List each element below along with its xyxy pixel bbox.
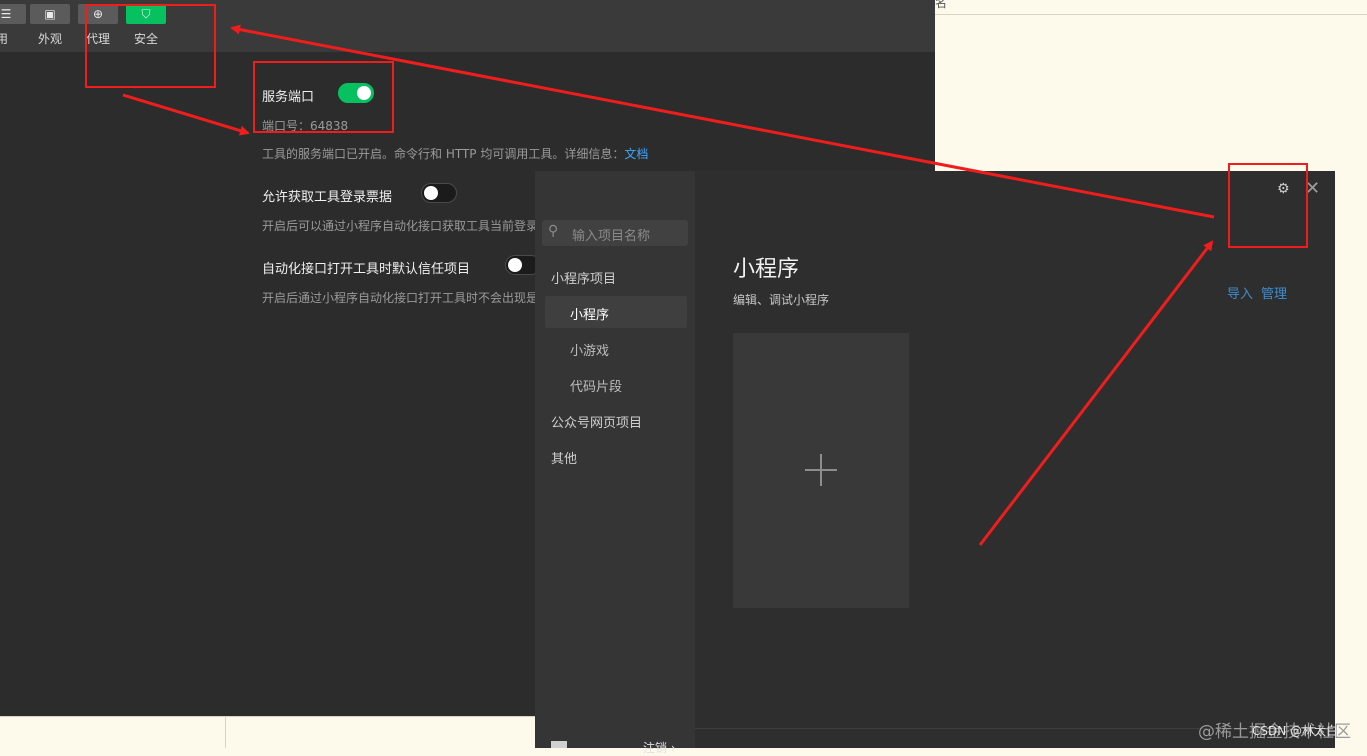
background-page-top: 名 bbox=[935, 0, 1367, 15]
login-ticket-title: 允许获取工具登录票据 bbox=[262, 190, 393, 205]
login-ticket-desc: 开启后可以通过小程序自动化接口获取工具当前登录 bbox=[262, 219, 539, 233]
page-title: 小程序 bbox=[733, 257, 800, 282]
background-page-bottom bbox=[0, 716, 535, 749]
login-ticket-toggle[interactable] bbox=[421, 183, 457, 203]
sidebar-item-mini-program-projects[interactable]: 小程序项目 bbox=[551, 268, 616, 287]
annotation-box-toolbar bbox=[85, 4, 216, 88]
sidebar-item-official-account-web[interactable]: 公众号网页项目 bbox=[551, 412, 642, 431]
top-links: 导入 管理 bbox=[1219, 283, 1287, 302]
project-window: ⚲ 输入项目名称 小程序项目 小程序 小游戏 代码片段 公众号网页项目 其他 注… bbox=[535, 171, 1335, 755]
sidebar-item-code-snippet[interactable]: 代码片段 bbox=[570, 376, 622, 395]
auto-trust-title: 自动化接口打开工具时默认信任项目 bbox=[262, 262, 471, 277]
manage-link[interactable]: 管理 bbox=[1261, 287, 1287, 302]
watermark-sub: CSDN @林太白 bbox=[1252, 724, 1339, 738]
search-input[interactable]: ⚲ 输入项目名称 bbox=[542, 220, 688, 246]
sidebar-item-label: 小程序 bbox=[570, 308, 610, 323]
tab-general-label: 用 bbox=[0, 32, 8, 46]
sidebar-item-mini-game[interactable]: 小游戏 bbox=[570, 340, 609, 359]
service-port-desc-row: 工具的服务端口已开启。命令行和 HTTP 均可调用工具。详细信息：文档 bbox=[262, 145, 648, 162]
bottom-checkbox[interactable] bbox=[551, 741, 567, 748]
import-link[interactable]: 导入 bbox=[1227, 287, 1253, 302]
search-placeholder: 输入项目名称 bbox=[572, 229, 651, 244]
page-subtitle: 编辑、调试小程序 bbox=[733, 293, 830, 307]
search-icon: ⚲ bbox=[548, 223, 559, 239]
sidebar-item-other[interactable]: 其他 bbox=[551, 448, 577, 467]
add-project-card[interactable] bbox=[733, 333, 909, 608]
toggle-knob bbox=[508, 258, 522, 272]
service-port-desc: 工具的服务端口已开启。命令行和 HTTP 均可调用工具。详细信息： bbox=[262, 147, 625, 161]
sidebar-item-mini-program[interactable]: 小程序 bbox=[545, 296, 687, 328]
doc-link[interactable]: 文档 bbox=[624, 147, 648, 161]
project-sidebar: ⚲ 输入项目名称 小程序项目 小程序 小游戏 代码片段 公众号网页项目 其他 注… bbox=[535, 171, 695, 755]
appearance-icon: ▣ bbox=[30, 4, 70, 24]
plus-icon-vertical bbox=[820, 454, 822, 486]
toggle-knob bbox=[424, 186, 438, 200]
annotation-box-gear bbox=[1228, 163, 1308, 248]
divider bbox=[225, 716, 226, 748]
annotation-box-service-port bbox=[253, 61, 394, 133]
auto-trust-desc: 开启后通过小程序自动化接口打开工具时不会出现是 bbox=[262, 291, 539, 305]
background-page-text: 名 bbox=[935, 0, 948, 10]
